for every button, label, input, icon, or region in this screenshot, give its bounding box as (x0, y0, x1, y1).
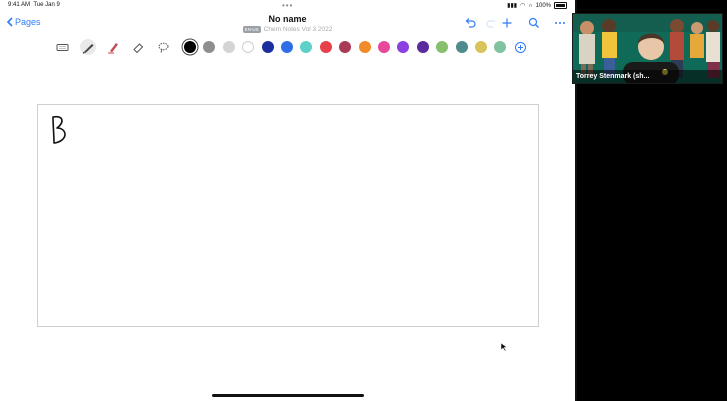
color-swatch[interactable] (222, 41, 235, 53)
highlighter-tool[interactable] (105, 39, 121, 55)
color-swatch[interactable] (281, 41, 293, 53)
search-icon (528, 17, 539, 28)
color-swatch[interactable] (416, 41, 429, 53)
back-button[interactable]: Pages (6, 17, 41, 27)
undo-button[interactable] (464, 16, 476, 28)
status-bar-right: ▮▮▮ ◠ ∩ 100% (507, 2, 567, 9)
language-tag: EN-US (242, 26, 261, 33)
add-page-button[interactable] (501, 16, 513, 28)
status-bar-left: 9:41 AM Tue Jan 9 (8, 2, 60, 8)
lasso-icon (158, 42, 168, 53)
highlighter-icon (107, 42, 118, 54)
color-swatch[interactable] (203, 41, 216, 53)
wifi-icon: ◠ (520, 3, 526, 9)
multitask-dots-icon[interactable]: ••• (282, 1, 293, 10)
more-button[interactable] (554, 16, 566, 28)
search-button[interactable] (528, 16, 540, 28)
participant-video-tile[interactable]: Torrey Stenmark (sh... (572, 13, 723, 84)
document-title-block[interactable]: No name EN-US Chem Notes Vol 3 2022 (200, 14, 375, 33)
status-date: Tue Jan 9 (33, 2, 60, 8)
participant-name-label: Torrey Stenmark (sh... (573, 70, 722, 83)
add-color-icon (514, 41, 526, 53)
eraser-icon (132, 42, 143, 53)
ipad-screen: 9:41 AM Tue Jan 9 ••• ▮▮▮ ◠ ∩ 100% Pages… (0, 0, 575, 401)
color-swatch[interactable] (261, 41, 274, 53)
color-swatch[interactable] (378, 41, 390, 53)
color-swatch[interactable] (242, 41, 255, 53)
plus-icon (502, 18, 512, 28)
subtitle-row: EN-US Chem Notes Vol 3 2022 (200, 26, 375, 33)
mouse-cursor-icon (500, 342, 508, 352)
drawing-toolbar (0, 39, 575, 55)
home-indicator[interactable] (212, 394, 364, 397)
color-swatch[interactable] (475, 41, 487, 53)
redo-button[interactable] (486, 16, 498, 28)
color-swatch[interactable] (494, 41, 507, 53)
lasso-tool[interactable] (155, 39, 171, 55)
chevron-left-icon (6, 17, 13, 27)
keyboard-tool[interactable] (54, 39, 70, 55)
color-swatch[interactable] (319, 41, 332, 53)
undo-icon (465, 18, 476, 28)
color-swatch[interactable] (339, 41, 352, 53)
color-swatch[interactable] (300, 41, 313, 53)
pen-tool[interactable] (80, 39, 96, 55)
redo-icon (486, 20, 495, 28)
notebook-name[interactable]: Chem Notes Vol 3 2022 (264, 26, 333, 33)
headphones-icon: ∩ (528, 2, 533, 9)
note-canvas[interactable] (37, 104, 539, 327)
status-time: 9:41 AM (8, 2, 31, 8)
page-title[interactable]: No name (200, 14, 375, 24)
battery-icon (554, 2, 567, 9)
add-color-button[interactable] (512, 39, 528, 55)
handwritten-letter-b (52, 115, 66, 144)
signal-icon: ▮▮▮ (507, 3, 518, 9)
eraser-tool[interactable] (130, 39, 146, 55)
color-swatch[interactable] (184, 41, 196, 53)
ellipsis-icon (555, 22, 565, 24)
color-swatch[interactable] (397, 41, 410, 53)
color-swatch[interactable] (455, 41, 468, 53)
back-label: Pages (15, 17, 41, 27)
color-swatch[interactable] (358, 41, 371, 53)
pen-icon (82, 43, 93, 54)
color-swatch[interactable] (436, 41, 449, 53)
keyboard-icon (56, 43, 68, 51)
battery-percent: 100% (535, 2, 551, 9)
